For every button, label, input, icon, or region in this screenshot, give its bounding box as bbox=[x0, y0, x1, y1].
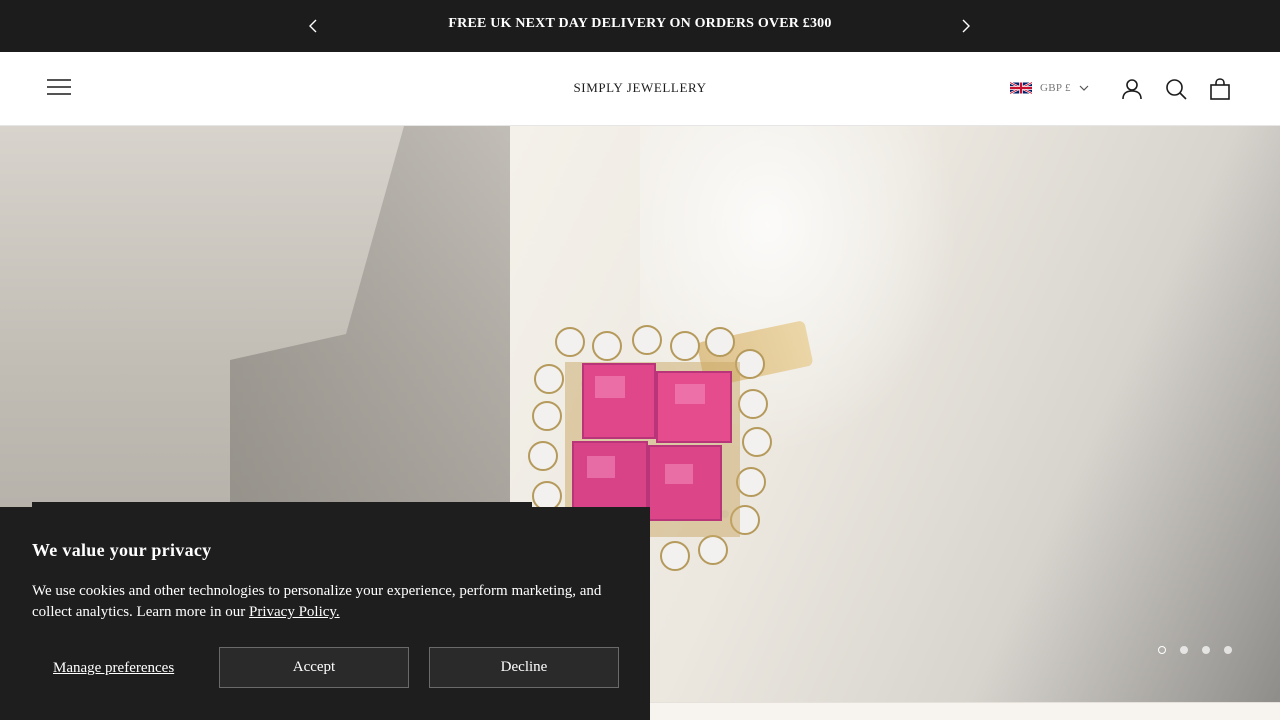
cookie-banner-title: We value your privacy bbox=[32, 540, 212, 560]
slide-dot-1[interactable] bbox=[1158, 646, 1166, 654]
chevron-right-icon bbox=[962, 19, 970, 33]
account-icon bbox=[1122, 79, 1142, 100]
chevron-down-icon bbox=[1079, 85, 1089, 91]
hamburger-menu-icon bbox=[47, 79, 71, 95]
site-header: SIMPLY JEWELLERY GBP £ bbox=[0, 52, 1280, 126]
uk-flag-icon bbox=[1010, 81, 1032, 95]
decline-button[interactable]: Decline bbox=[429, 647, 619, 688]
announcement-prev-button[interactable] bbox=[301, 14, 325, 38]
currency-label: GBP £ bbox=[1040, 82, 1071, 94]
cart-button[interactable] bbox=[1207, 76, 1233, 102]
announcement-message: FREE UK NEXT DAY DELIVERY ON ORDERS OVER… bbox=[448, 16, 832, 31]
cart-icon bbox=[1210, 78, 1230, 100]
account-button[interactable] bbox=[1119, 76, 1145, 102]
search-icon bbox=[1166, 79, 1187, 100]
privacy-policy-link[interactable]: Privacy Policy. bbox=[249, 604, 340, 620]
slide-dot-3[interactable] bbox=[1202, 646, 1210, 654]
search-button[interactable] bbox=[1163, 76, 1189, 102]
slide-dot-2[interactable] bbox=[1180, 646, 1188, 654]
site-logo[interactable]: SIMPLY JEWELLERY bbox=[490, 80, 790, 96]
slide-dot-4[interactable] bbox=[1224, 646, 1232, 654]
currency-selector[interactable]: GBP £ bbox=[1010, 78, 1089, 98]
chevron-left-icon bbox=[309, 19, 317, 33]
cookie-banner-text: We use cookies and other technologies to… bbox=[32, 581, 622, 623]
announcement-bar: FREE UK NEXT DAY DELIVERY ON ORDERS OVER… bbox=[0, 0, 1280, 52]
cookie-banner: We value your privacy We use cookies and… bbox=[0, 507, 650, 720]
menu-button[interactable] bbox=[46, 77, 74, 99]
slideshow-dots bbox=[1158, 646, 1232, 654]
announcement-next-button[interactable] bbox=[954, 14, 978, 38]
manage-preferences-link[interactable]: Manage preferences bbox=[53, 660, 174, 677]
accept-button[interactable]: Accept bbox=[219, 647, 409, 688]
page-content-strip bbox=[650, 702, 1280, 720]
